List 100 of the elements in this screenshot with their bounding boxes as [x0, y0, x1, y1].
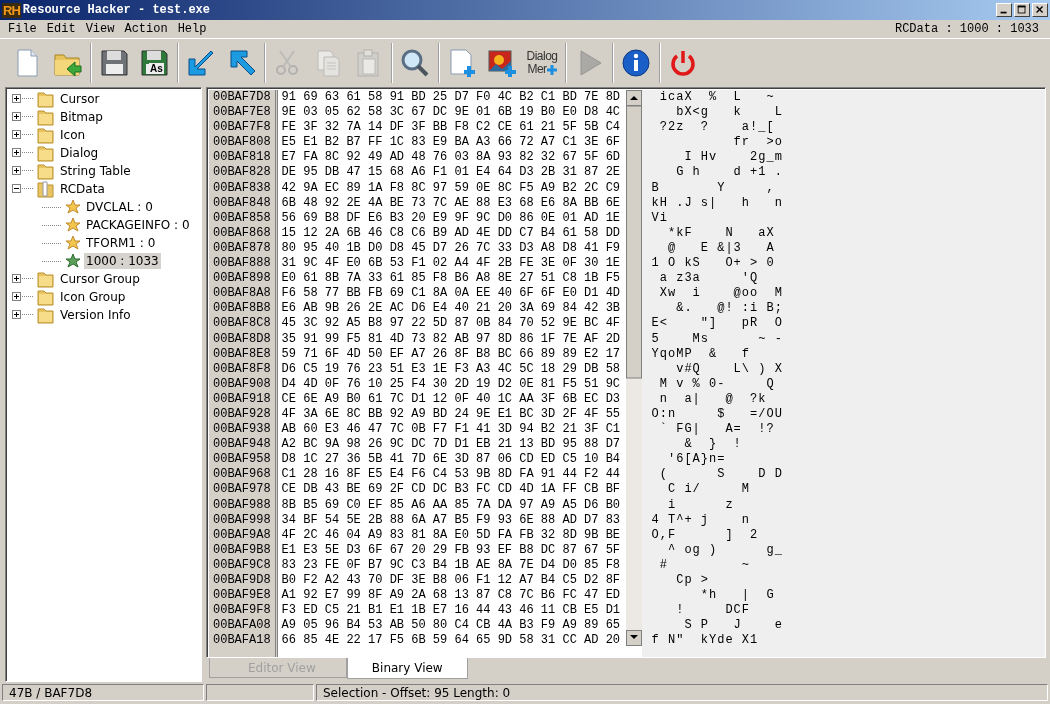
expand-icon[interactable] — [12, 130, 34, 140]
hex-bytes[interactable]: AB 60 E3 46 47 7C 0B F7 F1 41 3D 94 B2 21 3F C1 — [281, 422, 622, 438]
menu-item[interactable]: Edit — [41, 22, 81, 36]
ascii-text: f N" kYde X1 — [651, 633, 760, 649]
tree-item[interactable]: Icon Group — [58, 289, 128, 305]
folder-icon — [37, 288, 55, 306]
hex-bytes[interactable]: 83 23 FE 0F B7 9C C3 B4 1B AE 8A 7E D4 D0 85 F8 — [281, 557, 622, 573]
hex-bytes[interactable]: FE 3F 32 7A 14 DF 3F BB F8 C2 CE 61 21 5F 5B C4 — [281, 120, 622, 136]
hex-bytes[interactable]: E6 AB 9B 26 2E AC D6 E4 40 21 20 3A 69 84 42 3B — [281, 301, 622, 317]
tree-item[interactable]: Bitmap — [58, 109, 105, 125]
toolbar-button[interactable]: As — [135, 43, 173, 83]
folder-icon — [37, 306, 55, 324]
offset-label: 00BAF7D8 — [213, 90, 271, 106]
ascii-text: Cp > — [675, 573, 711, 589]
hex-bytes[interactable]: 34 BF 54 5E 2B 88 6A A7 B5 F9 93 6E 88 AD D7 83 — [281, 512, 622, 528]
hex-bytes[interactable]: 15 12 2A 6B 46 C8 C6 B9 AD 4E DD C7 B4 61 58 DD — [281, 225, 622, 241]
ascii-text: E< "] pR O — [651, 316, 784, 332]
tree-item[interactable]: Icon — [58, 127, 88, 143]
hex-bytes[interactable]: D6 C5 19 76 23 51 E3 1E F3 A3 4C 5C 18 29 DB 58 — [281, 361, 622, 377]
tree-item[interactable]: RCData — [58, 181, 107, 197]
hex-bytes[interactable]: F6 58 77 BB FB 69 C1 8A 0A EE 40 6F 6F E0 D1 4D — [281, 286, 622, 302]
hex-bytes[interactable]: A2 BC 9A 98 26 9C DC 7D D1 EB 21 13 BD 95 88 D7 — [281, 437, 622, 453]
status-pane: Selection - Offset: 95 Length: 0 — [316, 684, 1048, 701]
expand-icon[interactable] — [12, 94, 34, 104]
hex-bytes[interactable]: C1 28 16 8F E5 E4 F6 C4 53 9B 8D FA 91 44 F2 44 — [281, 467, 622, 483]
tree-item[interactable]: 1000 : 1033 — [84, 253, 161, 269]
hex-bytes[interactable]: 8B B5 69 C0 EF 85 A6 AA 85 7A DA 97 A9 A5 D6 B0 — [281, 497, 622, 513]
ascii-text: B Y , — [651, 180, 776, 196]
expand-icon[interactable] — [12, 274, 34, 284]
menu-item[interactable]: File — [3, 22, 42, 36]
hex-bytes[interactable]: E5 E1 B2 B7 FF 1C 83 E9 BA A3 66 72 A7 C1 3E 6F — [281, 135, 622, 151]
offset-label: 00BAF978 — [213, 482, 271, 498]
hex-bytes[interactable]: CE 6E A9 B0 61 7C D1 12 0F 40 1C AA 3F 6B EC D3 — [281, 391, 622, 407]
hex-bytes[interactable]: 42 9A EC 89 1A F8 8C 97 59 0E 8C F5 A9 B2 2C C9 — [281, 180, 622, 196]
menu-item[interactable]: View — [80, 22, 120, 36]
hex-bytes[interactable]: E7 FA 8C 92 49 AD 48 76 03 8A 93 82 32 67 5F 6D — [281, 150, 622, 166]
scrollbar[interactable] — [625, 90, 642, 646]
expand-icon[interactable] — [12, 112, 34, 122]
offset-label: 00BAF8B8 — [213, 301, 271, 317]
tree-item[interactable]: Cursor — [58, 91, 102, 107]
tree-item[interactable]: PACKAGEINFO : 0 — [84, 217, 192, 233]
menu-item[interactable]: Action — [119, 22, 173, 36]
expand-icon[interactable] — [12, 292, 34, 302]
hex-bytes[interactable]: 56 69 B8 DF E6 B3 20 E9 9F 9C D0 86 0E 01 AD 1E — [281, 210, 622, 226]
offset-label: 00BAF8C8 — [213, 316, 271, 332]
tree-connector — [42, 224, 62, 226]
view-tab[interactable]: Binary View — [346, 658, 468, 679]
tree-item[interactable]: String Table — [58, 163, 133, 179]
folder-icon — [37, 90, 55, 108]
hex-bytes[interactable]: 35 91 99 F5 81 4D 73 82 AB 97 8D 86 1F 7E AF 2D — [281, 331, 622, 347]
hex-bytes[interactable]: 4F 2C 46 04 A9 83 81 8A E0 5D FA FB 32 8D 9B BE — [281, 527, 622, 543]
expand-icon[interactable] — [12, 148, 34, 158]
ascii-text: *h | G — [699, 588, 776, 604]
hex-bytes[interactable]: D8 1C 27 36 5B 41 7D 6E 3D 87 06 CD ED C5 10 B4 — [281, 452, 622, 468]
hex-bytes[interactable]: 91 69 63 61 58 91 BD 25 D7 F0 4C B2 C1 BD 7E 8D — [281, 90, 622, 106]
hex-bytes[interactable]: E1 E3 5E D3 6F 67 20 29 FB 93 EF B8 DC 87 67 5F — [281, 542, 622, 558]
collapse-icon[interactable] — [12, 184, 34, 194]
hex-bytes[interactable]: 59 71 6F 4D 50 EF A7 26 8F B8 BC 66 89 89 E2 17 — [281, 346, 622, 362]
ascii-text: YqoMP & f — [651, 346, 752, 362]
hex-bytes[interactable]: F3 ED C5 21 B1 E1 1B E7 16 44 43 46 11 CB E5 D1 — [281, 603, 622, 619]
ascii-text: ! DCF — [675, 603, 752, 619]
hex-bytes[interactable]: CE DB 43 BE 69 2F CD DC B3 FC CD 4D 1A FF CB BF — [281, 482, 622, 498]
hex-bytes[interactable]: 45 3C 92 A5 B8 97 22 5D 87 0B 84 70 52 9E BC 4F — [281, 316, 622, 332]
plus-icon — [546, 64, 557, 75]
hex-bytes[interactable]: 9E 03 05 62 58 3C 67 DC 9E 01 6B 19 B0 E0 D8 4C — [281, 105, 622, 121]
tree-item[interactable]: DVCLAL : 0 — [84, 199, 155, 215]
maximize-icon[interactable] — [1014, 3, 1030, 17]
tree-item[interactable]: Dialog — [58, 145, 101, 161]
offset-label: 00BAFA08 — [213, 618, 271, 634]
hex-bytes[interactable]: D4 4D 0F 76 10 25 F4 30 2D 19 D2 0E 81 F5 51 9C — [281, 376, 622, 392]
hex-bytes[interactable]: 6B 48 92 2E 4A BE 73 7C AE 88 E3 68 E6 8A BB 6E — [281, 195, 622, 211]
expand-icon[interactable] — [12, 310, 34, 320]
hex-bytes[interactable]: B0 F2 A2 43 70 DF 3E B8 06 F1 12 A7 B4 C5 D2 8F — [281, 573, 622, 589]
close-icon[interactable] — [1032, 3, 1048, 17]
hex-bytes[interactable]: 66 85 4E 22 17 F5 6B 59 64 65 9D 58 31 CC AD 20 — [281, 633, 622, 649]
tree-item[interactable]: TFORM1 : 0 — [84, 235, 158, 251]
ascii-text: # ~ — [658, 557, 752, 573]
offset-label: 00BAF898 — [213, 271, 271, 287]
expand-icon[interactable] — [12, 166, 34, 176]
offset-label: 00BAF948 — [213, 437, 271, 453]
menu-item[interactable]: Help — [172, 22, 212, 36]
minimize-icon[interactable] — [996, 3, 1012, 17]
folder-icon — [37, 144, 55, 162]
hex-bytes[interactable]: 4F 3A 6E 8C BB 92 A9 BD 24 9E E1 BC 3D 2F 4F 55 — [281, 406, 622, 423]
app-logo: RH — [2, 2, 21, 18]
hex-bytes[interactable]: DE 95 DB 47 15 68 A6 F1 01 E4 64 D3 2B 31 87 2E — [281, 165, 622, 181]
hex-bytes[interactable]: 31 9C 4F E0 6B 53 F1 02 A4 4F 2B FE 3E 0F 30 1E — [281, 256, 622, 272]
window-title: Resource Hacker - test.exe — [22, 3, 211, 17]
ascii-text: 4 T^+ j n — [651, 512, 752, 528]
dialog-merger-button[interactable]: Dialog Mer — [523, 43, 561, 83]
resource-path: RCData : 1000 : 1033 — [894, 22, 1040, 36]
hex-bytes[interactable]: 80 95 40 1B D0 D8 45 D7 26 7C 33 D3 A8 D8 41 F9 — [281, 240, 622, 257]
tree-item[interactable]: Cursor Group — [58, 271, 142, 287]
star-icon — [65, 199, 81, 215]
hex-bytes[interactable]: A9 05 96 B4 53 AB 50 80 C4 CB 4A B3 F9 A9 89 65 — [281, 618, 622, 634]
ascii-text: Vi — [651, 210, 669, 226]
tree-item[interactable]: Version Info — [58, 307, 133, 323]
hex-bytes[interactable]: E0 61 8B 7A 33 61 85 F8 B6 A8 8E 27 51 C8 1B F5 — [281, 271, 622, 287]
hex-bytes[interactable]: A1 92 E7 99 8F A9 2A 68 13 87 C8 7C B6 FC 47 ED — [281, 588, 622, 604]
search-icon — [399, 47, 431, 79]
